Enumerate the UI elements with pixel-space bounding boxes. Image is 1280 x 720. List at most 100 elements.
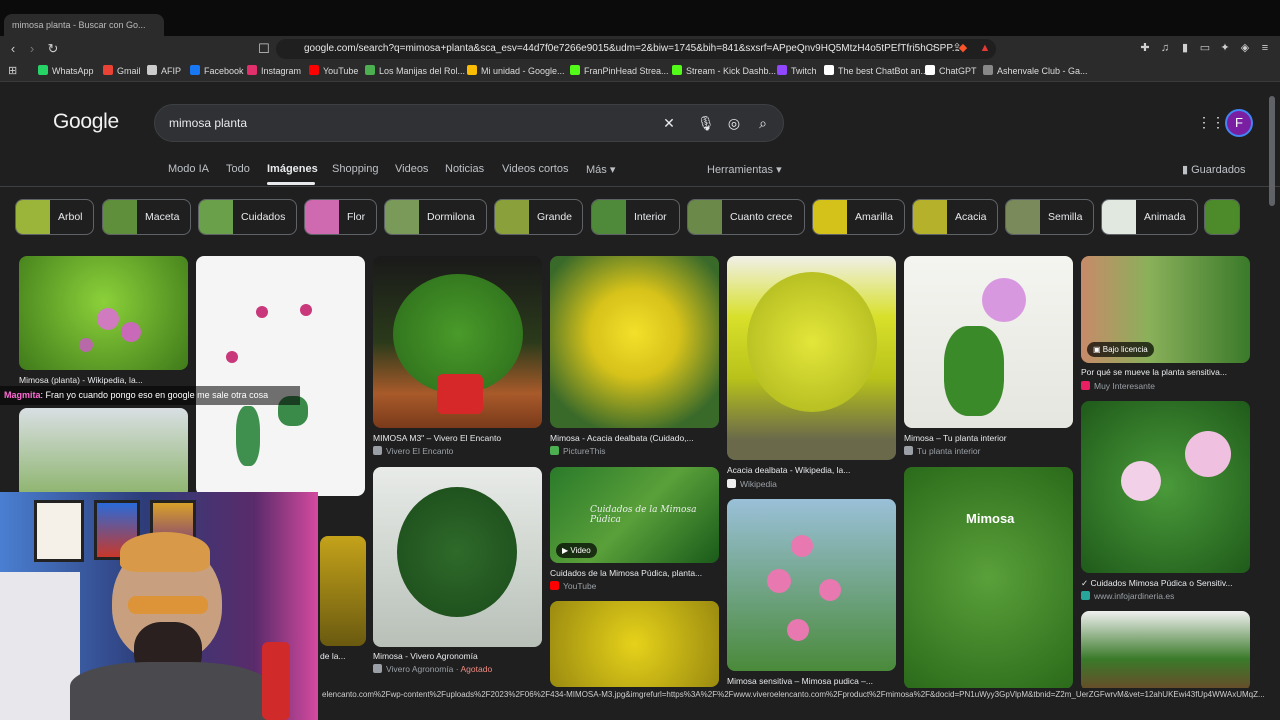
result-caption[interactable]: Mimosa – Tu planta interior — [904, 433, 1074, 443]
result-source[interactable]: Tu planta interior — [904, 446, 980, 456]
result-image[interactable] — [1081, 611, 1250, 691]
result-source[interactable]: www.infojardineria.es — [1081, 591, 1174, 601]
url-field[interactable]: google.com/search?q=mimosa+planta&sca_es… — [276, 39, 996, 59]
chip-flor[interactable]: Flor — [304, 199, 377, 235]
result-image[interactable]: Mimosa — [904, 467, 1073, 689]
tab-todo[interactable]: Todo — [226, 163, 250, 175]
result-image[interactable] — [373, 256, 542, 428]
search-input[interactable]: mimosa planta — [169, 116, 247, 130]
tab-videos[interactable]: Videos — [395, 163, 428, 175]
sidebar-icon[interactable]: ▮ — [1178, 41, 1192, 55]
media-icon[interactable]: ♫ — [1158, 41, 1172, 55]
bookmark-item[interactable]: WhatsApp — [38, 65, 94, 76]
chip-semilla[interactable]: Semilla — [1005, 199, 1094, 235]
result-image[interactable] — [320, 536, 366, 646]
result-image[interactable] — [19, 256, 188, 370]
chip-arbol[interactable]: Arbol — [15, 199, 94, 235]
menu-icon[interactable]: ≡ — [1258, 41, 1272, 55]
tab-modo-ia[interactable]: Modo IA — [168, 163, 209, 175]
brave-shield-icon[interactable]: ◆ — [956, 41, 970, 55]
avatar[interactable]: F — [1225, 109, 1253, 137]
microphone-icon[interactable]: 🎙 — [697, 115, 715, 131]
result-source[interactable]: Wikipedia — [727, 479, 777, 489]
result-image[interactable] — [727, 499, 896, 671]
chip-interior[interactable]: Interior — [591, 199, 680, 235]
bookmark-item[interactable]: YouTube — [309, 65, 358, 76]
google-logo[interactable]: Google — [53, 110, 119, 134]
result-caption[interactable]: Mimosa (planta) - Wikipedia, la... — [19, 375, 189, 385]
result-caption[interactable]: ✓ Cuidados Mimosa Púdica o Sensitiv... — [1081, 578, 1251, 589]
result-caption[interactable]: Por qué se mueve la planta sensitiva... — [1081, 367, 1251, 377]
result-caption[interactable]: Acacia dealbata - Wikipedia, la... — [727, 465, 897, 475]
reload-icon[interactable]: ↻ — [45, 41, 61, 57]
bookmark-item[interactable]: Los Manijas del Rol... — [365, 65, 465, 76]
tools-button[interactable]: Herramientas ▾ — [707, 163, 782, 176]
result-image[interactable]: ▣ Bajo licencia — [1081, 256, 1250, 363]
result-caption[interactable]: MIMOSA M3" – Vivero El Encanto — [373, 433, 543, 443]
zoom-icon[interactable]: ⌕ — [926, 41, 940, 55]
vpn-icon[interactable]: ◈ — [1238, 41, 1252, 55]
bookmark-item[interactable]: Ashenvale Club - Ga... — [983, 65, 1088, 76]
chip-more[interactable] — [1204, 199, 1240, 235]
result-image[interactable] — [1081, 401, 1250, 573]
chip-grande[interactable]: Grande — [494, 199, 583, 235]
extensions-icon[interactable]: ✚ — [1138, 41, 1152, 55]
result-image[interactable] — [19, 408, 188, 498]
result-image[interactable] — [373, 467, 542, 647]
search-icon[interactable]: ⌕ — [755, 115, 771, 131]
result-source[interactable]: YouTube — [550, 581, 596, 591]
result-image[interactable] — [196, 256, 365, 496]
tab-mas[interactable]: Más ▾ — [586, 163, 615, 176]
clear-icon[interactable]: ✕ — [661, 115, 677, 131]
search-box[interactable]: mimosa planta ✕ 🎙 ◎ ⌕ — [154, 104, 784, 142]
scrollbar[interactable] — [1269, 96, 1275, 206]
bookmark-item[interactable]: Instagram — [247, 65, 301, 76]
bookmark-item[interactable]: The best ChatBot an... — [824, 65, 928, 76]
result-image[interactable] — [550, 601, 719, 687]
bookmark-item[interactable]: Gmail — [103, 65, 141, 76]
apps-grid-icon[interactable]: ⊞ — [8, 64, 17, 77]
chip-dormilona[interactable]: Dormilona — [384, 199, 487, 235]
chip-amarilla[interactable]: Amarilla — [812, 199, 905, 235]
bookmark-item[interactable]: Facebook — [190, 65, 244, 76]
bookmark-item[interactable]: ChatGPT — [925, 65, 977, 76]
tab-videos-cortos[interactable]: Videos cortos — [502, 163, 568, 175]
chip-maceta[interactable]: Maceta — [102, 199, 191, 235]
result-image[interactable] — [550, 256, 719, 428]
result-source[interactable]: PictureThis — [550, 446, 606, 456]
chip-acacia[interactable]: Acacia — [912, 199, 998, 235]
favicon — [1081, 591, 1090, 600]
bookmark-item[interactable]: Stream - Kick Dashb... — [672, 65, 776, 76]
google-apps-icon[interactable]: ⋮⋮⋮ — [1197, 115, 1239, 129]
chip-cuidados[interactable]: Cuidados — [198, 199, 297, 235]
result-source[interactable]: Vivero Agronomía · Agotado — [373, 664, 492, 674]
result-caption[interactable]: Cuidados de la Mimosa Púdica, planta... — [550, 568, 720, 578]
browser-tab[interactable]: mimosa planta - Buscar con Go... — [4, 14, 164, 36]
tab-imagenes[interactable]: Imágenes — [267, 163, 318, 175]
bookmark-icon[interactable]: ☐ — [256, 41, 272, 57]
result-source[interactable]: Vivero El Encanto — [373, 446, 453, 456]
result-image[interactable]: Cuidados de la Mimosa Púdica ▶ Video — [550, 467, 719, 563]
back-icon[interactable]: ‹ — [5, 41, 21, 57]
lens-icon[interactable]: ◎ — [726, 115, 742, 131]
result-source[interactable]: Muy Interesante — [1081, 381, 1155, 391]
leo-icon[interactable]: ✦ — [1218, 41, 1232, 55]
result-image[interactable] — [904, 256, 1073, 428]
wallet-icon[interactable]: ▭ — [1198, 41, 1212, 55]
rewards-icon[interactable]: ▲ — [978, 41, 992, 55]
forward-icon[interactable]: › — [24, 41, 40, 57]
bookmark-item[interactable]: AFIP — [147, 65, 181, 76]
tab-noticias[interactable]: Noticias — [445, 163, 484, 175]
result-caption[interactable]: de la... — [320, 651, 366, 661]
bookmark-item[interactable]: Twitch — [777, 65, 817, 76]
result-caption[interactable]: Mimosa - Acacia dealbata (Cuidado,... — [550, 433, 720, 443]
result-caption[interactable]: Mimosa - Vivero Agronomía — [373, 651, 543, 661]
result-image[interactable] — [727, 256, 896, 460]
saved-button[interactable]: ▮ Guardados — [1182, 163, 1246, 176]
result-caption[interactable]: Mimosa sensitiva – Mimosa pudica –... — [727, 676, 897, 686]
bookmark-item[interactable]: Mi unidad - Google... — [467, 65, 565, 76]
bookmark-item[interactable]: FranPinHead Strea... — [570, 65, 669, 76]
chip-cuanto-crece[interactable]: Cuanto crece — [687, 199, 805, 235]
chip-animada[interactable]: Animada — [1101, 199, 1198, 235]
tab-shopping[interactable]: Shopping — [332, 163, 379, 175]
